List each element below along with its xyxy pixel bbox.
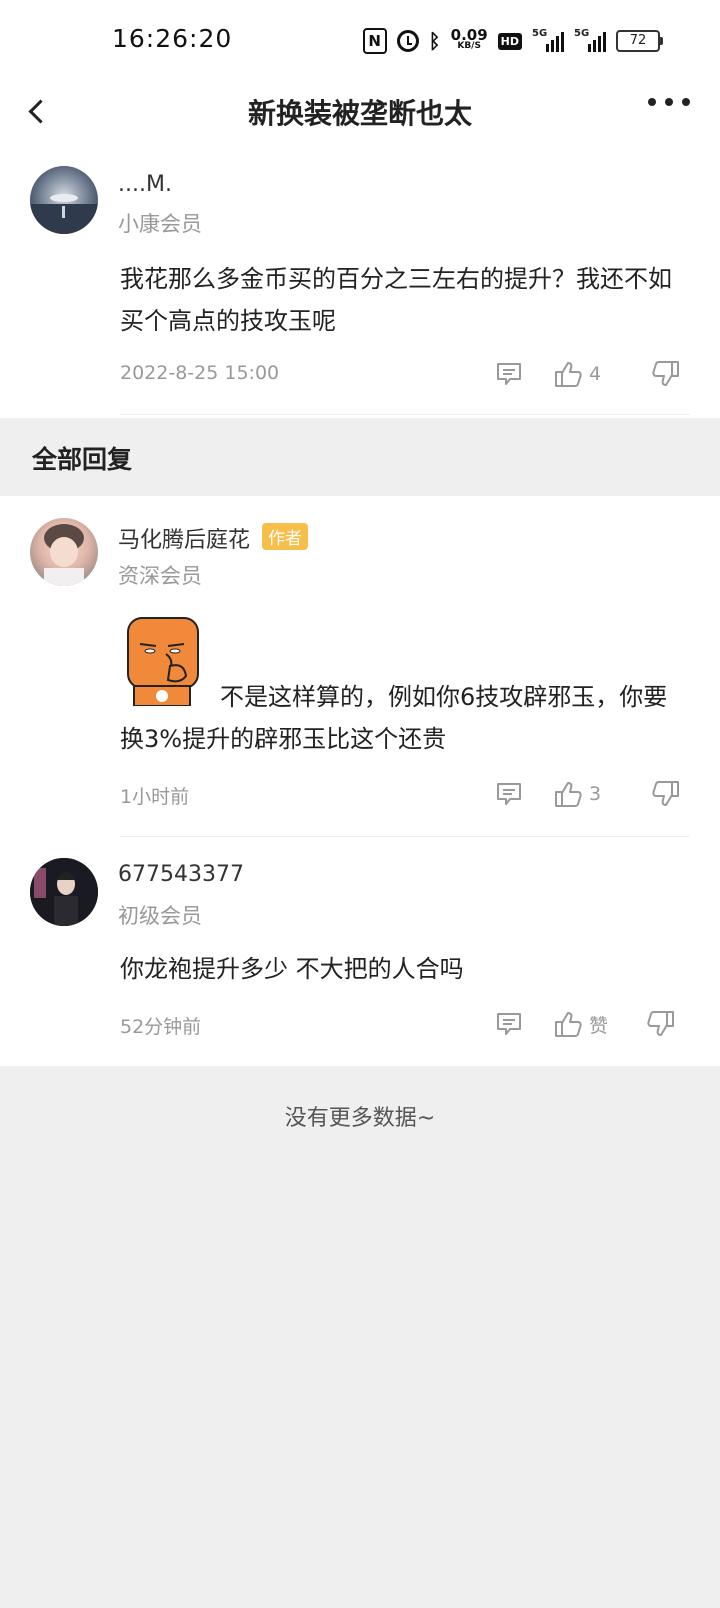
post-actions: 4 [495,360,681,388]
avatar-image [44,524,84,586]
comment-button[interactable] [495,1010,523,1038]
nfc-icon: N [362,28,387,54]
thumbs-down-icon [652,781,680,806]
reply-time: 52分钟前 [120,1016,202,1038]
no-more-data: 没有更多数据~ [284,1106,436,1131]
avatar-image [30,194,98,234]
comment-icon [497,1013,521,1035]
like-label: 赞 [589,1014,609,1037]
status-icons: N ᛒ 0.09 KB/S HD 5G 5G 72 [362,26,663,54]
comment-button[interactable] [495,360,523,388]
user-name[interactable]: 马化腾后庭花 作者 [118,522,309,554]
like-count: 3 [589,783,602,805]
reply-time: 1小时前 [120,786,190,808]
status-time: 16:26:20 [112,24,233,53]
comment-button[interactable] [495,780,523,808]
thumbs-down-icon [647,1011,675,1036]
post-time: 2022-8-25 15:00 [120,362,280,384]
divider [120,836,690,837]
like-count: 4 [589,363,602,385]
signal-label-2: 5G [574,28,590,39]
battery-icon: 72 [616,30,663,52]
alarm-icon [396,30,419,52]
user-name-text: 马化腾后庭花 [118,528,251,553]
avatar[interactable] [30,166,98,234]
divider [120,414,690,415]
thumbs-down-icon [652,361,680,386]
status-bar: 16:26:20 N ᛒ 0.09 KB/S HD 5G 5G 72 [0,0,720,80]
reply-actions: 3 [495,780,681,808]
avatar[interactable] [30,858,98,926]
avatar-image [30,858,98,926]
more-icon[interactable] [648,98,690,106]
reply-content: 不是这样算的，例如你6技攻辟邪玉，你要换3%提升的辟邪玉比这个还贵 [120,683,668,753]
section-title: 全部回复 [32,445,133,474]
like-button[interactable]: 赞 [553,1010,608,1038]
signal-icon: 5G [532,28,564,52]
reply-content: 你龙袍提升多少 不大把的人合吗 [120,955,464,983]
net-speed-unit: KB/S [457,41,481,51]
user-name[interactable]: ....M. [118,172,172,197]
thumbs-up-icon [555,782,582,807]
signal-icon-2: 5G [574,28,606,52]
thumbs-up-icon [555,1012,582,1037]
comment-icon [497,363,521,385]
thumbs-up-icon [555,362,582,387]
reply-list: 马化腾后庭花 作者 资深会员 不是这样算的，例如你6技攻辟邪玉，你要换3%提升的辟… [0,496,720,1066]
user-name[interactable]: 677543377 [118,862,244,887]
net-speed: 0.09 KB/S [450,26,488,52]
dislike-button[interactable] [651,360,681,388]
avatar[interactable] [30,518,98,586]
page-title: 新换装被垄断也太 [247,97,472,130]
post-content: 我花那么多金币买的百分之三左右的提升？我还不如买个高点的技攻玉呢 [120,265,672,335]
user-level: 小康会员 [118,212,202,236]
nav-bar: 新换装被垄断也太 [0,80,720,140]
signal-label: 5G [532,28,548,39]
author-badge: 作者 [262,523,309,550]
reply-actions: 赞 [495,1010,676,1038]
bluetooth-icon: ᛒ [428,29,441,53]
like-button[interactable]: 4 [553,360,601,388]
net-speed-value: 0.09 [450,26,488,44]
comment-icon [497,783,521,805]
dislike-button[interactable] [651,780,681,808]
user-level: 资深会员 [118,564,202,588]
dislike-button[interactable] [646,1010,676,1038]
original-post: ....M. 小康会员 我花那么多金币买的百分之三左右的提升？我还不如买个高点的… [0,140,720,418]
user-level: 初级会员 [118,904,202,928]
hd-icon: HD [497,32,522,50]
like-button[interactable]: 3 [553,780,601,808]
